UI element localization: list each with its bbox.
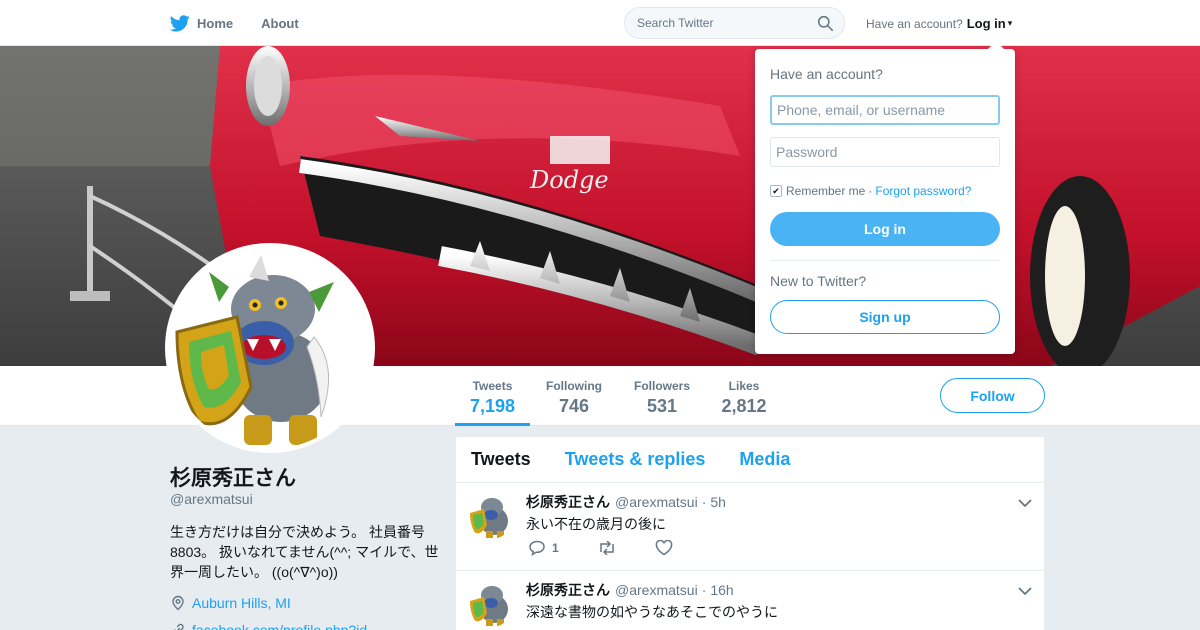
reply-button[interactable]: 1 [528, 540, 559, 556]
account-menu: Have an account? Log in ▾ [866, 16, 1012, 31]
login-dropdown: Have an account? ✔ Remember me · Forgot … [755, 41, 1015, 354]
tweet-timestamp[interactable]: 5h [710, 494, 726, 510]
tweet-author-name[interactable]: 杉原秀正さん [526, 492, 610, 512]
tweet-item[interactable]: 杉原秀正さん @arexmatsui · 5h 永い不在の歳月の後に 1 [456, 483, 1044, 571]
caret-down-icon[interactable]: ▾ [1008, 18, 1013, 29]
nav-home-link[interactable]: Home [170, 14, 234, 32]
stat-followers[interactable]: Followers 531 [628, 366, 696, 426]
tweet-avatar[interactable] [468, 493, 514, 539]
reply-count: 1 [552, 541, 559, 555]
like-button[interactable] [655, 540, 673, 556]
nav-left: Home About [170, 0, 327, 46]
timeline: Tweets Tweets & replies Media 杉原秀正さん @ar… [456, 437, 1044, 630]
tweet-separator: · [701, 494, 707, 510]
profile-url[interactable]: facebook.com/profile.php?id... [170, 622, 379, 630]
profile-name: 杉原秀正さん [170, 467, 296, 490]
heart-icon [655, 540, 673, 556]
stat-tweets-label: Tweets [472, 379, 513, 393]
username-input[interactable] [770, 95, 1000, 125]
retweet-icon [599, 541, 614, 555]
have-account-text: Have an account? [866, 16, 963, 31]
tweet-avatar[interactable] [468, 581, 514, 627]
remember-me-checkbox[interactable]: ✔ [770, 185, 782, 197]
tweet-timestamp[interactable]: 16h [710, 582, 733, 598]
nav-about-link[interactable]: About [261, 16, 299, 31]
search-input[interactable] [625, 8, 805, 38]
tweet-text: 永い不在の歳月の後に [526, 516, 666, 532]
retweet-button[interactable] [597, 541, 617, 555]
signup-button[interactable]: Sign up [770, 300, 1000, 334]
new-to-twitter-text: New to Twitter? [770, 273, 867, 289]
tab-tweets[interactable]: Tweets [471, 449, 531, 470]
stat-tweets-value: 7,198 [469, 396, 516, 416]
tweet-author-handle[interactable]: @arexmatsui [615, 582, 698, 598]
top-navigation: Home About Have an account? Log in ▾ [0, 0, 1200, 46]
login-button[interactable]: Log in [770, 212, 1000, 246]
stat-following-label: Following [546, 379, 602, 393]
tweet-actions: 1 [528, 540, 711, 556]
tweet-author-handle[interactable]: @arexmatsui [615, 494, 698, 510]
tweet-item[interactable]: 杉原秀正さん @arexmatsui · 16h 深遠な書物の如やうなあそこでの… [456, 571, 1044, 630]
tab-media[interactable]: Media [739, 449, 790, 470]
login-dropdown-title: Have an account? [770, 66, 883, 82]
search-icon[interactable] [817, 15, 834, 37]
follow-button[interactable]: Follow [940, 378, 1045, 413]
stat-followers-value: 531 [646, 396, 678, 416]
forgot-password-link[interactable]: Forgot password? [875, 184, 971, 198]
stat-likes[interactable]: Likes 2,812 [714, 366, 774, 426]
password-input[interactable] [770, 137, 1000, 167]
dropdown-arrow [988, 41, 1004, 49]
tweet-header: 杉原秀正さん @arexmatsui · 16h [526, 580, 734, 600]
dropdown-divider [770, 260, 1000, 261]
profile-avatar[interactable] [165, 243, 375, 453]
chevron-down-icon[interactable] [1018, 495, 1032, 513]
login-dropdown-toggle[interactable]: Log in [967, 16, 1006, 31]
chevron-down-icon[interactable] [1018, 583, 1032, 601]
profile-handle[interactable]: @arexmatsui [170, 491, 253, 507]
link-icon [174, 623, 184, 630]
profile-location[interactable]: Auburn Hills, MI [170, 595, 291, 611]
stat-likes-value: 2,812 [721, 396, 767, 416]
tweet-separator: · [701, 582, 707, 598]
separator-dot: · [868, 184, 873, 198]
tweet-header: 杉原秀正さん @arexmatsui · 5h [526, 492, 726, 512]
stat-following-value: 746 [558, 396, 590, 416]
svg-text:Dodge: Dodge [529, 166, 609, 194]
location-pin-icon [172, 595, 184, 611]
stat-tweets[interactable]: Tweets 7,198 [455, 366, 530, 426]
nav-about-label: About [261, 15, 299, 31]
nav-home-label: Home [197, 15, 234, 31]
timeline-tabs: Tweets Tweets & replies Media [456, 437, 1044, 483]
profile-location-text: Auburn Hills, MI [192, 595, 291, 611]
stat-followers-label: Followers [633, 379, 690, 393]
remember-me-row: ✔ Remember me · Forgot password? [770, 184, 971, 198]
tweet-author-name[interactable]: 杉原秀正さん [526, 580, 610, 600]
tab-tweets-replies[interactable]: Tweets & replies [565, 449, 706, 470]
stat-likes-label: Likes [728, 379, 760, 393]
profile-bio: 生き方だけは自分で決めよう。 社員番号8803。 扱いなれてません(^^; マイ… [170, 524, 439, 580]
reply-icon [529, 540, 545, 556]
search-box [624, 7, 845, 39]
tweet-text: 深遠な書物の如やうなあそこでのやうに [526, 604, 778, 620]
stat-following[interactable]: Following 746 [540, 366, 608, 426]
profile-url-text: facebook.com/profile.php?id... [192, 622, 379, 630]
twitter-bird-icon [170, 14, 190, 32]
remember-me-label[interactable]: Remember me [786, 184, 865, 198]
